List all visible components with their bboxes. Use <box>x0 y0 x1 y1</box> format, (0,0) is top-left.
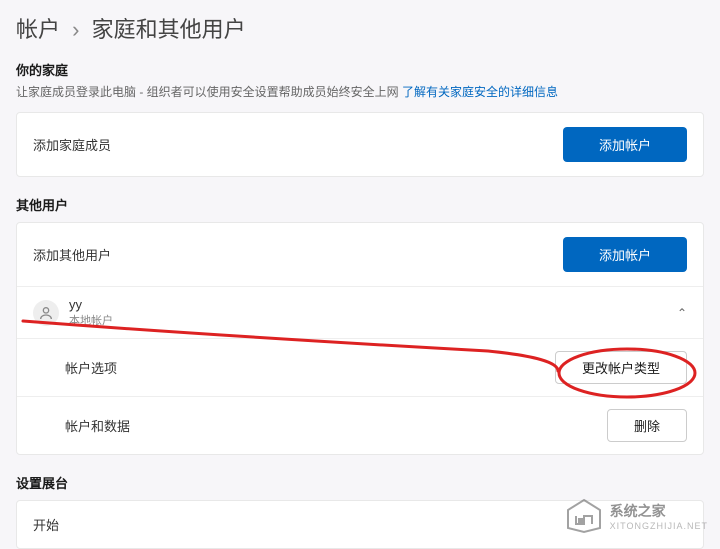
chevron-right-icon: › <box>72 17 79 42</box>
breadcrumb-current: 家庭和其他用户 <box>92 17 246 42</box>
watermark-text: 系统之家 <box>610 501 708 521</box>
kiosk-section-title: 设置展台 <box>0 465 720 496</box>
chevron-up-icon: ⌃ <box>677 306 687 320</box>
family-safety-link[interactable]: 了解有关家庭安全的详细信息 <box>402 85 558 99</box>
add-other-label: 添加其他用户 <box>33 245 111 264</box>
kiosk-start-label: 开始 <box>33 515 59 534</box>
others-card: 添加其他用户 添加帐户 yy 本地帐户 ⌃ 帐户选项 更改帐户类型 帐户和数据 … <box>16 222 704 455</box>
watermark: 系统之家 XITONGZHIJIA.NET <box>564 498 708 534</box>
breadcrumb: 帐户 › 家庭和其他用户 <box>0 0 720 52</box>
family-card: 添加家庭成员 添加帐户 <box>16 112 704 177</box>
add-other-account-button[interactable]: 添加帐户 <box>563 237 687 272</box>
user-type: 本地帐户 <box>69 312 113 328</box>
change-account-type-button[interactable]: 更改帐户类型 <box>555 351 687 384</box>
watermark-icon <box>564 498 604 534</box>
add-family-label: 添加家庭成员 <box>33 135 111 154</box>
account-options-label: 帐户选项 <box>65 358 117 377</box>
add-family-account-button[interactable]: 添加帐户 <box>563 127 687 162</box>
account-data-row: 帐户和数据 删除 <box>17 397 703 454</box>
user-row[interactable]: yy 本地帐户 ⌃ <box>17 287 703 339</box>
watermark-sub: XITONGZHIJIA.NET <box>610 521 708 531</box>
family-section-desc: 让家庭成员登录此电脑 - 组织者可以使用安全设置帮助成员始终安全上网 了解有关家… <box>0 83 720 108</box>
add-other-row: 添加其他用户 添加帐户 <box>17 223 703 287</box>
delete-account-button[interactable]: 删除 <box>607 409 687 442</box>
add-family-row: 添加家庭成员 添加帐户 <box>17 113 703 176</box>
others-section-title: 其他用户 <box>0 187 720 218</box>
family-section-title: 你的家庭 <box>0 52 720 83</box>
account-options-row: 帐户选项 更改帐户类型 <box>17 339 703 397</box>
account-data-label: 帐户和数据 <box>65 416 130 435</box>
breadcrumb-parent[interactable]: 帐户 <box>16 17 60 42</box>
user-name: yy <box>69 297 113 312</box>
user-icon <box>33 300 59 326</box>
